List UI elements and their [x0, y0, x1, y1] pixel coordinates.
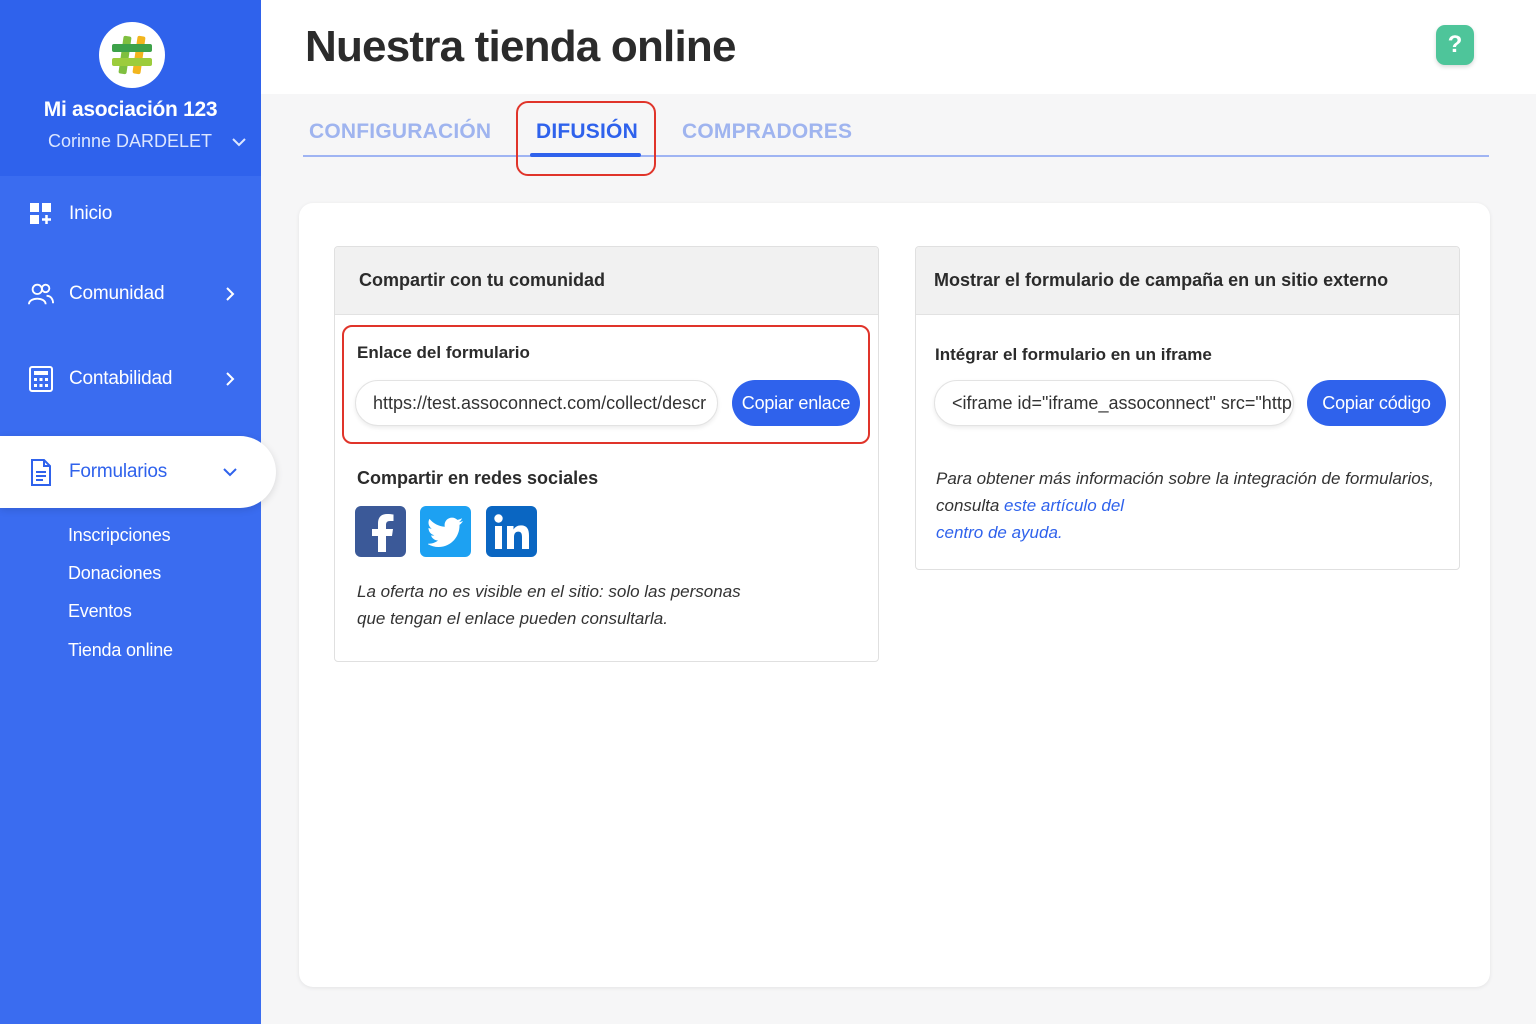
- embed-info-note: Para obtener más información sobre la in…: [936, 465, 1434, 546]
- page-title: Nuestra tienda online: [305, 22, 736, 71]
- help-center-link[interactable]: centro de ayuda.: [936, 523, 1063, 542]
- user-menu[interactable]: Corinne DARDELET: [48, 131, 246, 152]
- help-button[interactable]: ?: [1436, 25, 1474, 65]
- linkedin-icon[interactable]: [486, 506, 537, 557]
- sidebar-item-label: Contabilidad: [69, 368, 173, 389]
- sidebar-subitem-inscripciones[interactable]: Inscripciones: [68, 525, 171, 546]
- sidebar-header: Mi asociación 123 Corinne DARDELET: [0, 0, 261, 176]
- visibility-note-line1: La oferta no es visible en el sitio: sol…: [357, 582, 741, 601]
- copy-code-button[interactable]: Copiar código: [1307, 380, 1446, 426]
- sidebar-item-formularios[interactable]: Formularios: [0, 436, 276, 508]
- chevron-down-icon: [222, 464, 238, 480]
- calculator-icon: [28, 366, 54, 392]
- embed-panel-title: Mostrar el formulario de campaña en un s…: [916, 247, 1459, 315]
- sidebar-item-label: Formularios: [69, 461, 168, 482]
- tab-bar-line: [303, 155, 1489, 157]
- chevron-right-icon: [222, 371, 238, 387]
- association-logo-icon[interactable]: [99, 22, 165, 88]
- help-article-link[interactable]: este artículo del: [1004, 496, 1124, 515]
- sidebar-subitem-donaciones[interactable]: Donaciones: [68, 563, 161, 584]
- embed-info-prefix: consulta: [936, 496, 1005, 515]
- visibility-note: La oferta no es visible en el sitio: sol…: [357, 578, 741, 632]
- sidebar-item-label: Comunidad: [69, 283, 165, 304]
- organization-name: Mi asociación 123: [43, 98, 218, 121]
- tab-highlight-annotation: [516, 101, 656, 176]
- link-highlight-annotation: [342, 325, 870, 444]
- sidebar-item-inicio[interactable]: Inicio: [0, 186, 261, 242]
- sidebar: Mi asociación 123 Corinne DARDELET Inici…: [0, 0, 276, 1024]
- twitter-icon[interactable]: [420, 506, 471, 557]
- sidebar-item-comunidad[interactable]: Comunidad: [0, 266, 261, 322]
- iframe-label: Intégrar el formulario en un iframe: [935, 345, 1212, 364]
- share-panel-title: Compartir con tu comunidad: [335, 247, 878, 315]
- sidebar-item-contabilidad[interactable]: Contabilidad: [0, 351, 261, 407]
- tab-configuracion[interactable]: CONFIGURACIÓN: [309, 120, 491, 144]
- embed-info-line2: consulta este artículo del: [936, 492, 1434, 519]
- sidebar-subitem-tienda-online[interactable]: Tienda online: [68, 640, 173, 661]
- document-icon: [28, 458, 54, 486]
- visibility-note-line2: que tengan el enlace pueden consultarla.: [357, 609, 668, 628]
- dashboard-icon: [28, 201, 54, 227]
- help-icon: ?: [1447, 31, 1463, 58]
- chevron-down-icon: [232, 131, 246, 152]
- chevron-right-icon: [222, 286, 238, 302]
- social-share-title: Compartir en redes sociales: [357, 468, 599, 488]
- users-icon: [28, 281, 54, 307]
- sidebar-subitem-eventos[interactable]: Eventos: [68, 601, 132, 622]
- embed-info-line1: Para obtener más información sobre la in…: [936, 469, 1434, 488]
- user-name: Corinne DARDELET: [48, 131, 213, 151]
- tab-compradores[interactable]: COMPRADORES: [682, 120, 852, 144]
- sidebar-item-label: Inicio: [69, 203, 113, 224]
- iframe-code-field[interactable]: <iframe id="iframe_assoconnect" src="htt…: [934, 380, 1294, 426]
- facebook-icon[interactable]: [355, 506, 406, 557]
